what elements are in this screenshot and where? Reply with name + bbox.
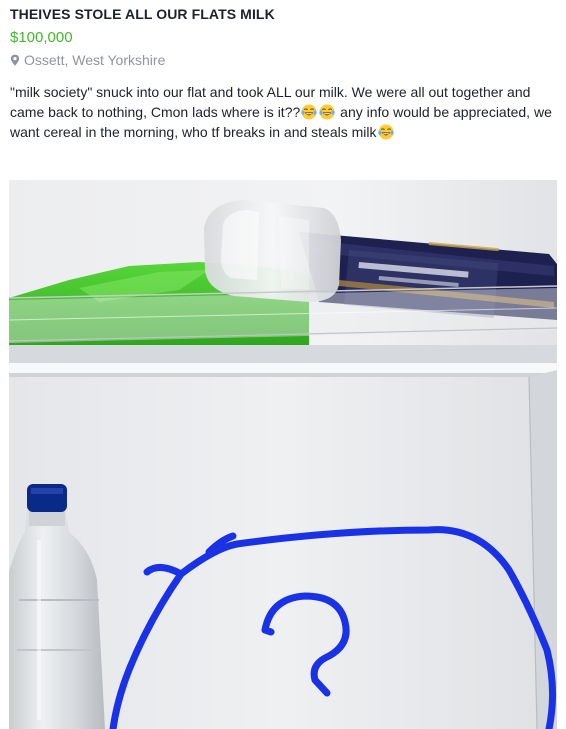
fridge-photo (9, 180, 557, 729)
face-with-tears-of-joy-icon (319, 104, 335, 120)
listing-price: $100,000 (10, 29, 73, 46)
location-text: Ossett, West Yorkshire (24, 52, 166, 68)
face-with-tears-of-joy-icon (377, 124, 394, 140)
marketplace-listing: THEIVES STOLE ALL OUR FLATS MILK $100,00… (0, 0, 566, 729)
face-with-tears-of-joy-icon (301, 104, 317, 120)
location-pin-icon (10, 54, 20, 66)
listing-location[interactable]: Ossett, West Yorkshire (10, 52, 165, 68)
listing-description: "milk society" snuck into our flat and t… (10, 82, 558, 142)
listing-photo[interactable] (9, 180, 557, 729)
listing-title: THEIVES STOLE ALL OUR FLATS MILK (10, 6, 275, 22)
